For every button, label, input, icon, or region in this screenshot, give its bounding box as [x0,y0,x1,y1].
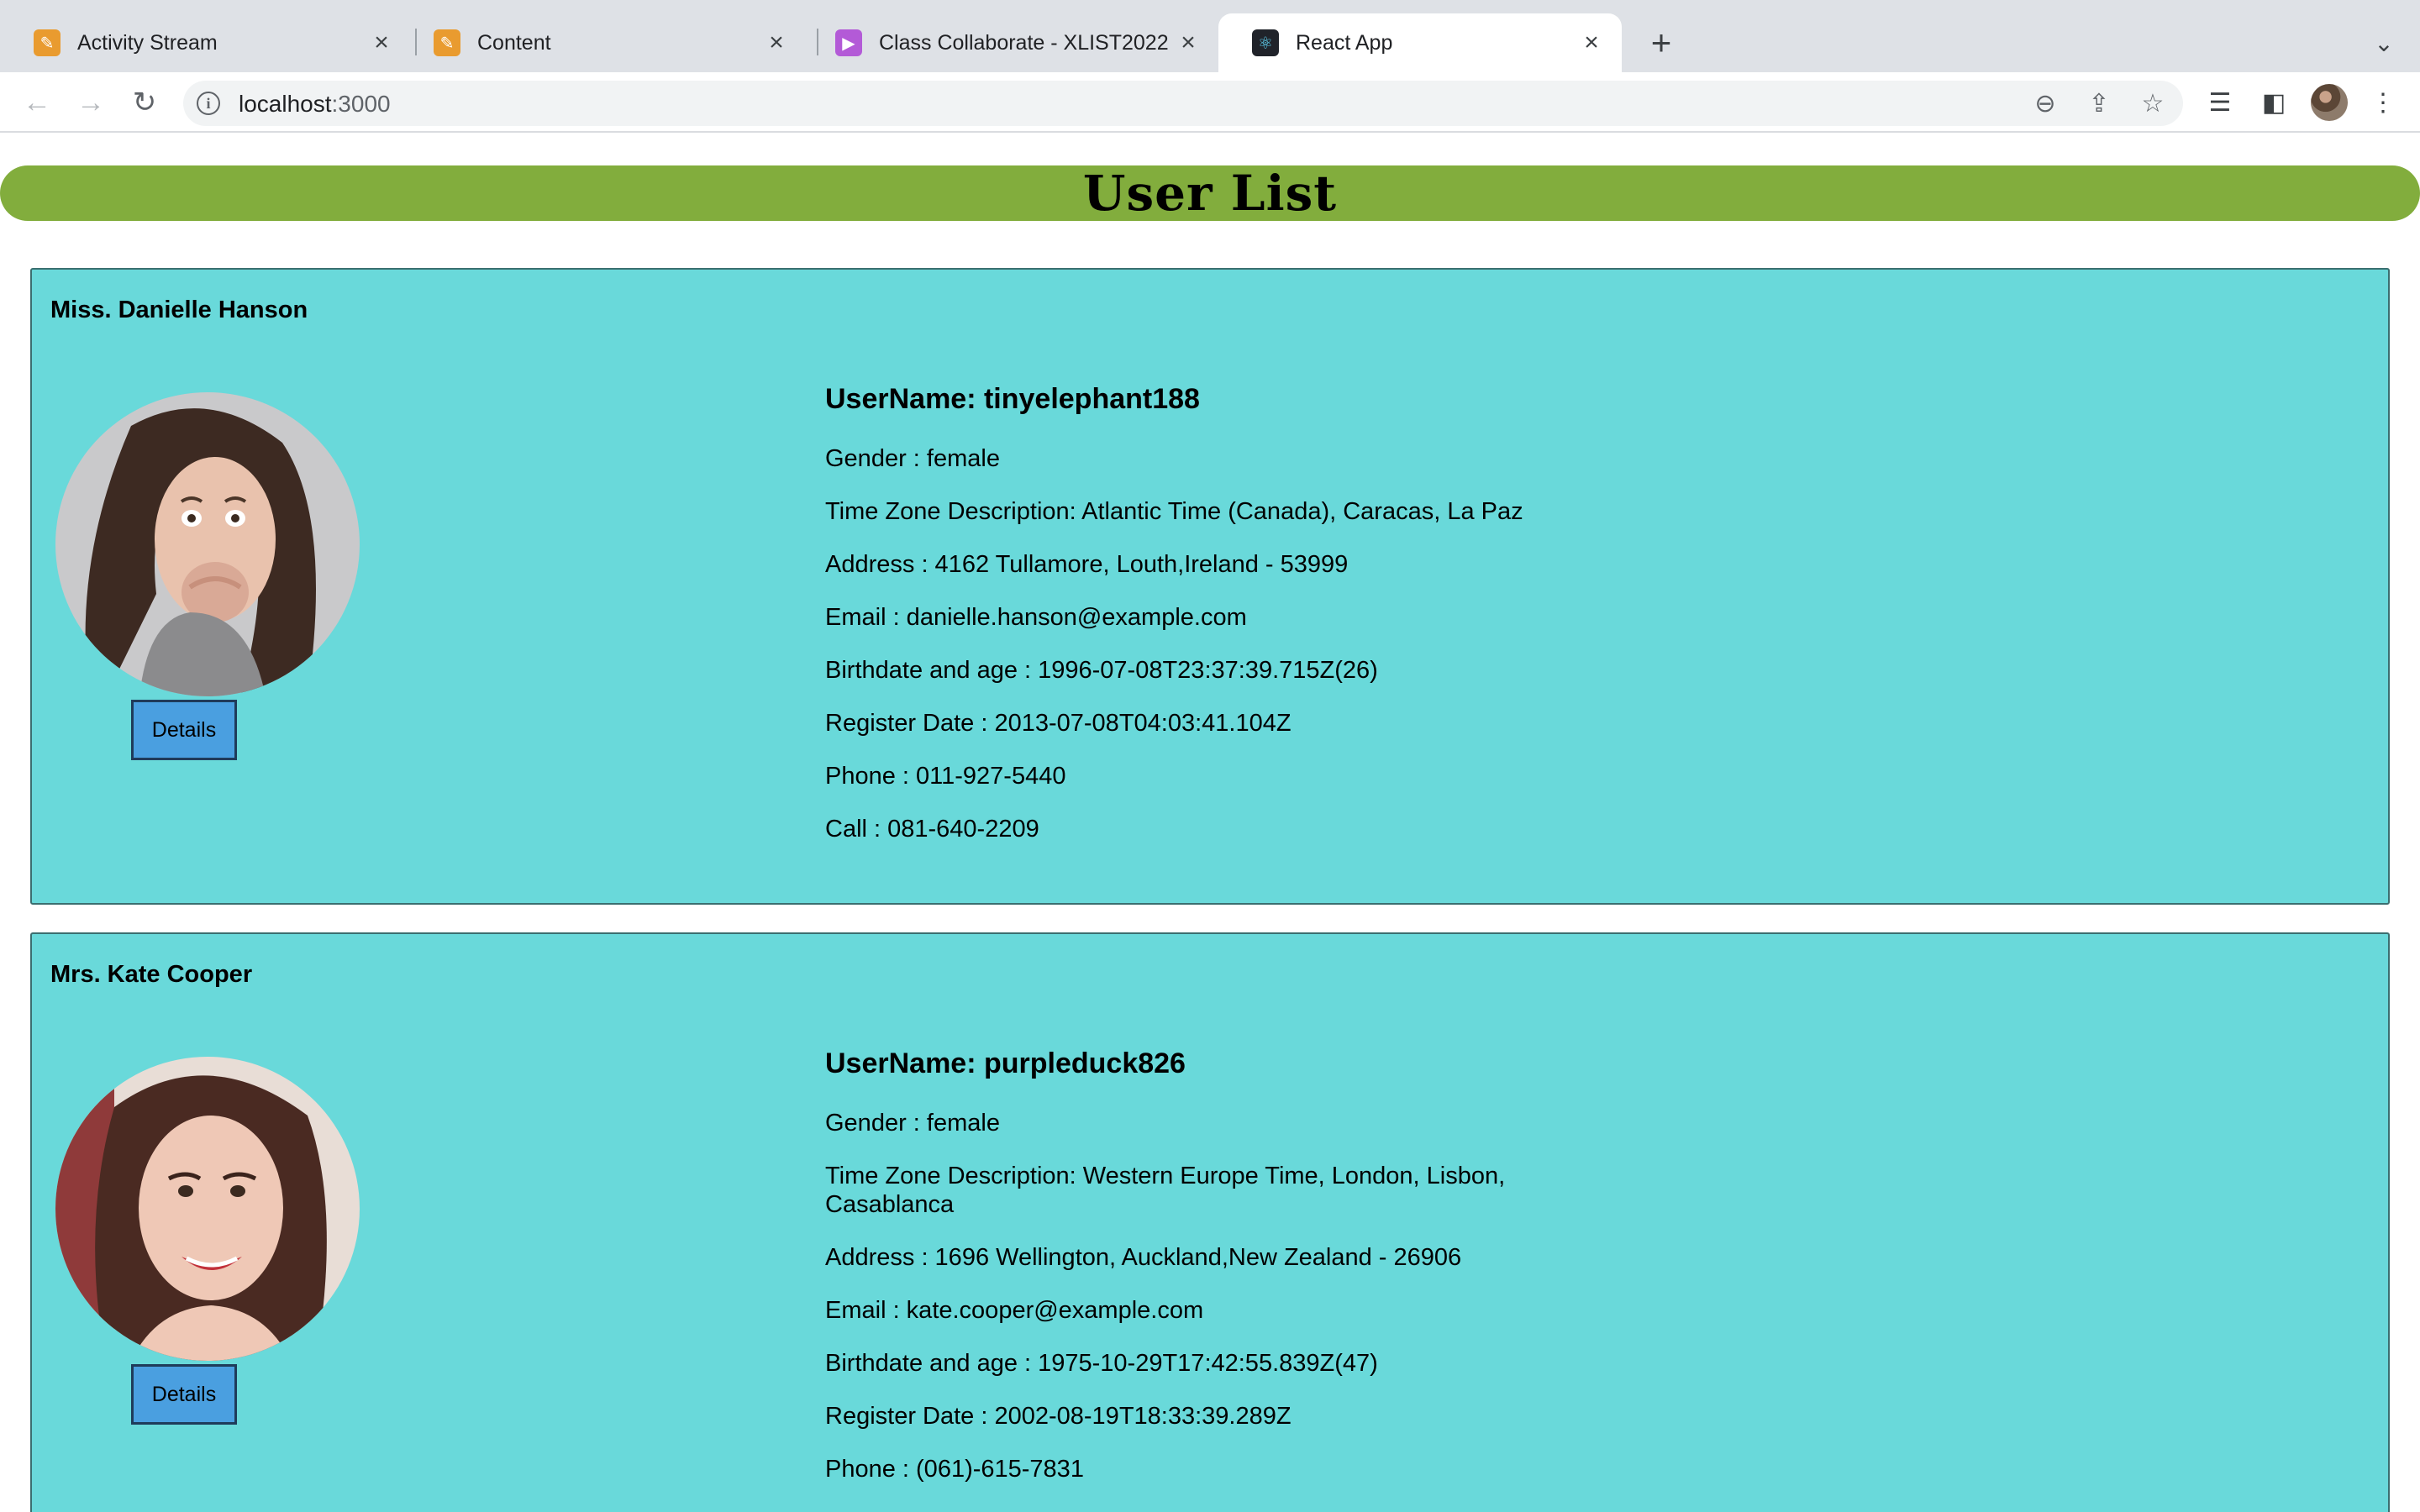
browser-toolbar: ← → ↻ i localhost:3000 ⊖ ⇪ ☆ ☰ ◧ ⋮ [0,72,2420,133]
call-text: Call : 081-640-2209 [825,816,1039,843]
close-icon[interactable]: × [1575,26,1608,60]
collaborate-icon: ▶ [835,29,862,56]
url-host: localhost [239,91,332,117]
address-text: Address : 1696 Wellington, Auckland,New … [825,1244,1462,1271]
tab-strip: ✎ Activity Stream × ✎ Content × ▶ Class … [0,0,2420,72]
tab-title: React App [1296,30,1393,55]
forward-arrow-icon[interactable]: → [67,79,114,126]
user-photo-image [55,392,360,696]
register-date-text: Register Date : 2013-07-08T04:03:41.104Z [825,710,1292,737]
kebab-menu-icon[interactable]: ⋮ [2363,82,2403,123]
email-text: Email : danielle.hanson@example.com [825,604,1247,631]
birthdate-text: Birthdate and age : 1996-07-08T23:37:39.… [825,657,1378,684]
url-port: :3000 [331,91,391,117]
user-full-name: Mrs. Kate Cooper [50,961,253,988]
media-queue-icon[interactable]: ☰ [2200,82,2240,123]
close-icon[interactable]: × [1171,26,1205,60]
info-icon[interactable]: i [197,92,220,115]
user-info: UserName: purpleduck826 Gender : female … [825,1047,1565,1508]
user-photo [55,392,360,696]
details-button[interactable]: Details [131,700,237,760]
back-arrow-icon[interactable]: ← [13,79,60,126]
address-bar[interactable]: i localhost:3000 ⊖ ⇪ ☆ [183,81,2183,126]
email-text: Email : kate.cooper@example.com [825,1297,1204,1324]
phone-text: Phone : (061)-615-7831 [825,1456,1084,1483]
gender-text: Gender : female [825,1110,1000,1137]
react-icon: ⚛ [1252,29,1279,56]
chevron-down-icon[interactable]: ⌄ [2363,22,2405,64]
gender-text: Gender : female [825,445,1000,472]
pencil-note-icon: ✎ [434,29,460,56]
reload-icon[interactable]: ↻ [121,79,168,126]
address-text: Address : 4162 Tullamore, Louth,Ireland … [825,551,1349,578]
user-card: Mrs. Kate Cooper Details UserName: purpl… [30,932,2390,1512]
timezone-text: Time Zone Description: Atlantic Time (Ca… [825,498,1523,525]
register-date-text: Register Date : 2002-08-19T18:33:39.289Z [825,1403,1292,1430]
side-panel-icon[interactable]: ◧ [2254,82,2294,123]
bookmark-star-icon[interactable]: ☆ [2138,88,2168,118]
timezone-text: Time Zone Description: Western Europe Ti… [825,1163,1506,1218]
birthdate-text: Birthdate and age : 1975-10-29T17:42:55.… [825,1350,1378,1377]
page-header: User List [0,165,2420,222]
user-card: Miss. Danielle Hanson Details UserName: … [30,268,2390,905]
url-text: localhost:3000 [239,91,391,118]
close-icon[interactable]: × [760,26,793,60]
tab-activity-stream[interactable]: ✎ Activity Stream × [0,13,412,72]
details-button[interactable]: Details [131,1364,237,1425]
phone-text: Phone : 011-927-5440 [825,763,1066,790]
page-viewport: User List Miss. Danielle Hanson Details … [0,134,2420,1512]
username: UserName: purpleduck826 [825,1047,1186,1079]
pencil-note-icon: ✎ [34,29,60,56]
user-photo [55,1057,360,1361]
avatar[interactable] [2311,84,2348,121]
close-icon[interactable]: × [365,26,398,60]
page-title: User List [1082,165,1338,222]
tab-content[interactable]: ✎ Content × [400,13,807,72]
tab-title: Class Collaborate - XLIST2022 [879,30,1169,55]
tab-react-app[interactable]: ⚛ React App × [1218,13,1622,72]
tab-title: Content [477,30,551,55]
tab-class-collaborate[interactable]: ▶ Class Collaborate - XLIST2022 × [802,13,1218,72]
user-info: UserName: tinyelephant188 Gender : femal… [825,382,1565,868]
zoom-out-icon[interactable]: ⊖ [2030,88,2060,118]
user-photo-image [55,1057,360,1361]
new-tab-button[interactable]: + [1640,22,1682,64]
user-full-name: Miss. Danielle Hanson [50,297,308,323]
username: UserName: tinyelephant188 [825,383,1200,415]
share-icon[interactable]: ⇪ [2084,88,2114,118]
tab-title: Activity Stream [77,30,218,55]
